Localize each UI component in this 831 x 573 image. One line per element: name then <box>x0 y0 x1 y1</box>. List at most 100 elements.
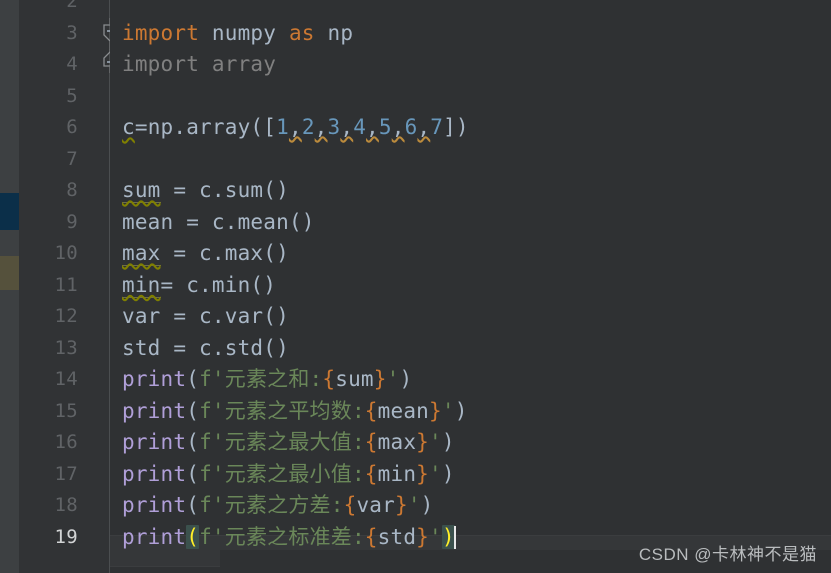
token-paren-close: ) <box>454 398 468 423</box>
token-interp-var: var <box>356 493 395 517</box>
token-function-print: print <box>122 524 187 549</box>
token-module-numpy: numpy <box>211 20 277 45</box>
code-line-6[interactable]: c=np.array([1,2,3,4,5,6,7]) <box>110 112 469 144</box>
line-number: 16 <box>54 431 78 453</box>
code-line-16[interactable]: print(f'元素之最大值:{max}') <box>110 427 455 459</box>
token-quote: ' <box>441 398 455 423</box>
code-text-area[interactable]: import numpy as np import array c=np.arr… <box>110 0 831 573</box>
code-line-5[interactable] <box>110 81 122 113</box>
token-brace-close: } <box>373 367 387 391</box>
token-number: 3 <box>327 115 341 139</box>
token-np-array-call: np.array([ <box>147 115 277 139</box>
token-paren-close: ) <box>441 430 455 454</box>
token-comma: , <box>314 115 328 139</box>
token-string-literal: 元素之最大值: <box>224 430 365 454</box>
token-assign-min: = c.min() <box>160 272 277 297</box>
token-interp-mean: mean <box>377 398 430 423</box>
token-number: 7 <box>430 115 444 139</box>
token-keyword-as: as <box>288 20 315 45</box>
token-matched-paren-open: ( <box>186 524 200 549</box>
token-brace-open: { <box>364 398 378 423</box>
line-number: 12 <box>54 305 78 327</box>
token-interp-max: max <box>377 430 417 454</box>
token-fstring-prefix: f' <box>199 367 225 391</box>
code-line-12[interactable]: var = c.var() <box>110 301 289 333</box>
code-line-10[interactable]: max = c.max() <box>110 238 289 270</box>
token-comma: , <box>288 115 302 139</box>
token-comma: , <box>340 115 354 139</box>
line-number-current: 19 <box>54 525 78 548</box>
code-line-9[interactable]: mean = c.mean() <box>110 207 315 239</box>
line-number: 6 <box>66 116 78 138</box>
token-string-literal: 元素之方差: <box>224 493 344 517</box>
token-unused-import-array: import array <box>122 52 277 76</box>
line-number: 11 <box>54 273 78 296</box>
line-number: 13 <box>54 336 78 359</box>
token-number: 5 <box>378 115 392 139</box>
token-string-literal: 元素之标准差: <box>224 524 365 549</box>
token-number: 6 <box>404 115 418 139</box>
token-comma: , <box>417 115 431 139</box>
token-string-literal: 元素之和: <box>224 367 323 391</box>
token-function-print: print <box>122 430 187 454</box>
token-fstring-prefix: f' <box>199 461 225 486</box>
token-fstring-prefix: f' <box>199 398 225 423</box>
token-variable-mean: mean <box>122 209 174 234</box>
token-equals: = <box>134 115 148 139</box>
token-assign-sum: = c.sum() <box>160 178 289 202</box>
token-brace-open: { <box>322 367 336 391</box>
line-number: 17 <box>54 462 78 485</box>
line-number-gutter[interactable]: 2 3 4 5 6 7 8 9 10 11 12 13 14 15 16 17 … <box>19 0 117 573</box>
token-brace-open: { <box>364 461 378 486</box>
token-brace-open: { <box>343 493 357 517</box>
token-string-literal: 元素之最小值: <box>224 461 365 486</box>
line-number: 8 <box>66 179 78 201</box>
line-number: 3 <box>66 21 78 44</box>
token-interp-sum: sum <box>335 367 374 391</box>
token-quote: ' <box>429 524 442 549</box>
token-brace-close: } <box>416 524 430 549</box>
vcs-added-marker[interactable] <box>0 193 19 230</box>
token-number: 2 <box>301 115 315 139</box>
token-quote: ' <box>386 367 400 391</box>
code-editor-window: 2 3 4 5 6 7 8 9 10 11 12 13 14 15 16 17 … <box>0 0 831 573</box>
text-caret <box>453 525 456 549</box>
token-brace-open: { <box>364 430 378 454</box>
code-line-4[interactable]: import array <box>110 49 276 81</box>
vcs-changed-marker[interactable] <box>0 256 19 290</box>
token-array-close: ]) <box>443 115 469 139</box>
token-paren-open: ( <box>186 430 200 454</box>
token-brace-close: } <box>416 430 430 454</box>
token-number: 4 <box>353 115 367 139</box>
token-brace-close: } <box>416 461 430 486</box>
token-interp-min: min <box>377 461 417 486</box>
token-fstring-prefix: f' <box>199 430 225 454</box>
line-number: 2 <box>66 0 78 12</box>
code-line-2[interactable] <box>110 0 122 18</box>
code-line-7[interactable] <box>110 144 122 176</box>
token-paren-close: ) <box>420 493 434 517</box>
token-assign-std: = c.std() <box>160 335 289 360</box>
token-alias-np: np <box>327 20 354 45</box>
code-line-19[interactable]: print(f'元素之标准差:{std}') <box>110 522 456 554</box>
code-line-3[interactable]: import numpy as np <box>110 18 353 50</box>
token-interp-std: std <box>377 524 417 549</box>
line-number: 18 <box>54 494 78 516</box>
code-line-17[interactable]: print(f'元素之最小值:{min}') <box>110 459 455 491</box>
token-paren-open: ( <box>186 461 200 486</box>
line-number: 5 <box>66 84 78 107</box>
vcs-change-strip[interactable] <box>0 0 19 573</box>
code-line-14[interactable]: print(f'元素之和:{sum}') <box>110 364 412 396</box>
code-line-11[interactable]: min= c.min() <box>110 270 276 302</box>
line-number: 15 <box>54 399 78 422</box>
token-variable-max: max <box>122 241 161 266</box>
code-line-8[interactable]: sum = c.sum() <box>110 175 289 207</box>
token-function-print: print <box>122 398 187 423</box>
token-variable-std: std <box>122 335 161 360</box>
code-line-13[interactable]: std = c.std() <box>110 333 289 365</box>
token-brace-close: } <box>394 493 408 517</box>
code-line-15[interactable]: print(f'元素之平均数:{mean}') <box>110 396 468 428</box>
code-line-18[interactable]: print(f'元素之方差:{var}') <box>110 490 434 522</box>
